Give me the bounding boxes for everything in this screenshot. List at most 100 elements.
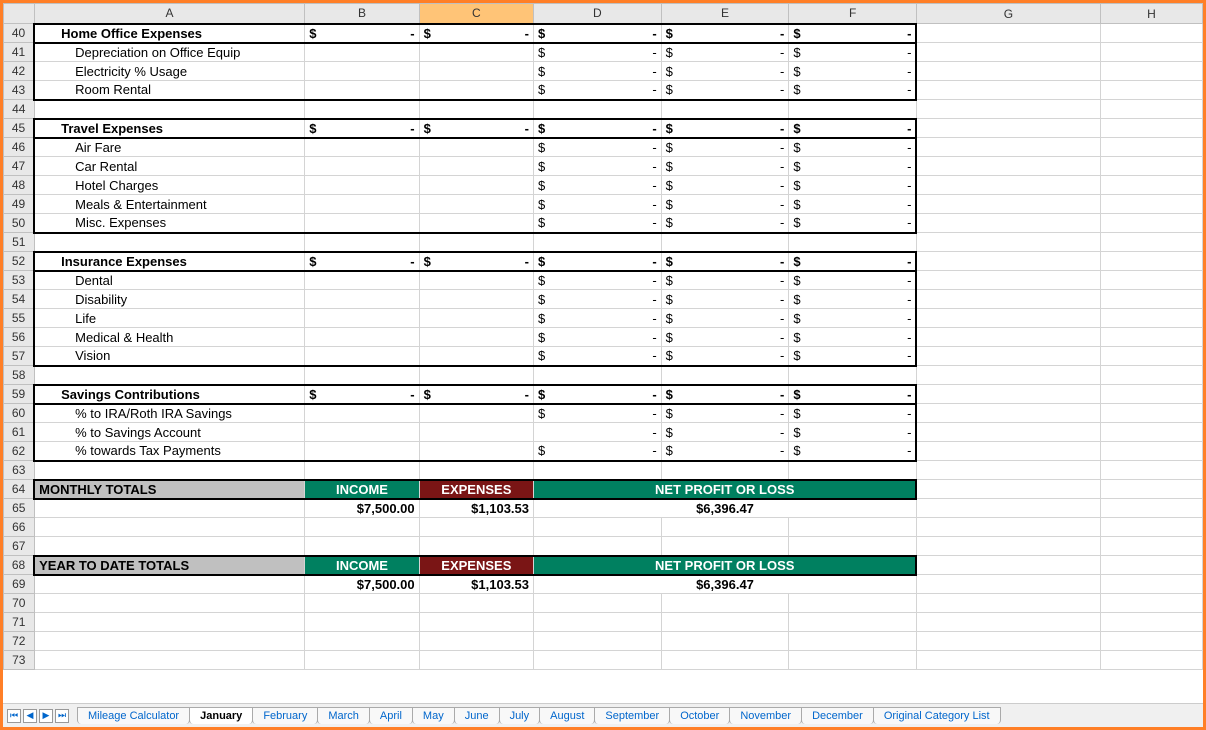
cell[interactable] <box>916 233 1100 252</box>
cell[interactable] <box>419 537 533 556</box>
section-title[interactable]: Savings Contributions <box>34 385 305 404</box>
cell[interactable] <box>1100 252 1202 271</box>
row-header[interactable]: 73 <box>4 651 35 670</box>
cell[interactable] <box>916 556 1100 575</box>
sheet-tab[interactable]: June <box>454 707 500 724</box>
cell[interactable] <box>534 518 662 537</box>
row-header[interactable]: 45 <box>4 119 35 138</box>
cell[interactable] <box>419 290 533 309</box>
cell[interactable] <box>1100 81 1202 100</box>
tab-nav-first[interactable]: ⏮ <box>7 709 21 723</box>
cell[interactable] <box>916 423 1100 442</box>
cell[interactable]: $- <box>534 176 662 195</box>
cell[interactable] <box>305 195 419 214</box>
cell[interactable] <box>305 62 419 81</box>
item-label[interactable]: Misc. Expenses <box>34 214 305 233</box>
cell[interactable] <box>1100 62 1202 81</box>
cell[interactable] <box>1100 309 1202 328</box>
cell[interactable] <box>305 518 419 537</box>
cell[interactable] <box>916 62 1100 81</box>
row-header[interactable]: 70 <box>4 594 35 613</box>
cell[interactable] <box>305 233 419 252</box>
cell[interactable] <box>1100 233 1202 252</box>
net-header[interactable]: NET PROFIT OR LOSS <box>534 480 917 499</box>
income-header[interactable]: INCOME <box>305 556 419 575</box>
cell[interactable] <box>916 537 1100 556</box>
cell[interactable] <box>916 518 1100 537</box>
col-header-D[interactable]: D <box>534 4 662 24</box>
item-label[interactable]: Medical & Health <box>34 328 305 347</box>
cell[interactable]: $- <box>661 62 789 81</box>
cell[interactable] <box>1100 366 1202 385</box>
cell[interactable] <box>34 499 305 518</box>
cell[interactable]: $- <box>661 119 789 138</box>
cell[interactable] <box>916 195 1100 214</box>
cell[interactable] <box>916 594 1100 613</box>
cell[interactable] <box>1100 290 1202 309</box>
cell[interactable] <box>419 214 533 233</box>
cell[interactable]: $- <box>789 43 917 62</box>
cell[interactable]: $- <box>419 385 533 404</box>
cell[interactable]: $- <box>534 442 662 461</box>
tab-nav-last[interactable]: ⏭ <box>55 709 69 723</box>
section-title[interactable]: Home Office Expenses <box>34 24 305 43</box>
cell[interactable] <box>534 100 662 119</box>
item-label[interactable]: Depreciation on Office Equip <box>34 43 305 62</box>
sheet-tab[interactable]: March <box>317 707 370 724</box>
cell[interactable] <box>34 518 305 537</box>
cell[interactable] <box>916 499 1100 518</box>
expenses-value[interactable]: $1,103.53 <box>419 575 533 594</box>
cell[interactable] <box>1100 214 1202 233</box>
cell[interactable] <box>305 461 419 480</box>
cell[interactable]: $- <box>789 119 917 138</box>
cell[interactable] <box>916 271 1100 290</box>
cell[interactable] <box>916 651 1100 670</box>
cell[interactable] <box>305 594 419 613</box>
row-header[interactable]: 60 <box>4 404 35 423</box>
cell[interactable] <box>1100 442 1202 461</box>
cell[interactable]: $- <box>789 290 917 309</box>
row-header[interactable]: 51 <box>4 233 35 252</box>
cell[interactable]: $- <box>534 43 662 62</box>
cell[interactable] <box>916 461 1100 480</box>
cell[interactable]: $- <box>789 328 917 347</box>
row-header[interactable]: 62 <box>4 442 35 461</box>
cell[interactable] <box>419 233 533 252</box>
section-title[interactable]: Travel Expenses <box>34 119 305 138</box>
sheet-tab[interactable]: Original Category List <box>873 707 1001 724</box>
cell[interactable] <box>916 214 1100 233</box>
cell[interactable] <box>534 366 662 385</box>
cell[interactable] <box>916 575 1100 594</box>
cell[interactable] <box>916 176 1100 195</box>
cell[interactable] <box>305 290 419 309</box>
cell[interactable] <box>305 43 419 62</box>
cell[interactable] <box>419 62 533 81</box>
row-header[interactable]: 46 <box>4 138 35 157</box>
cell[interactable] <box>34 537 305 556</box>
cell[interactable] <box>916 480 1100 499</box>
cell[interactable] <box>534 461 662 480</box>
cell[interactable]: $- <box>661 24 789 43</box>
cell[interactable] <box>419 100 533 119</box>
row-header[interactable]: 65 <box>4 499 35 518</box>
cell[interactable] <box>419 176 533 195</box>
row-header[interactable]: 52 <box>4 252 35 271</box>
cell[interactable] <box>789 233 917 252</box>
cell[interactable] <box>305 442 419 461</box>
cell[interactable]: $- <box>789 214 917 233</box>
cell[interactable] <box>419 328 533 347</box>
cell[interactable] <box>34 461 305 480</box>
cell[interactable]: $- <box>534 347 662 366</box>
cell[interactable] <box>305 328 419 347</box>
row-header[interactable]: 40 <box>4 24 35 43</box>
cell[interactable]: $- <box>534 62 662 81</box>
net-header[interactable]: NET PROFIT OR LOSS <box>534 556 917 575</box>
cell[interactable] <box>305 176 419 195</box>
row-header[interactable]: 41 <box>4 43 35 62</box>
row-header[interactable]: 61 <box>4 423 35 442</box>
cell[interactable] <box>419 271 533 290</box>
cell[interactable]: $- <box>305 119 419 138</box>
cell[interactable] <box>661 632 789 651</box>
select-all-corner[interactable] <box>4 4 35 24</box>
item-label[interactable]: % towards Tax Payments <box>34 442 305 461</box>
